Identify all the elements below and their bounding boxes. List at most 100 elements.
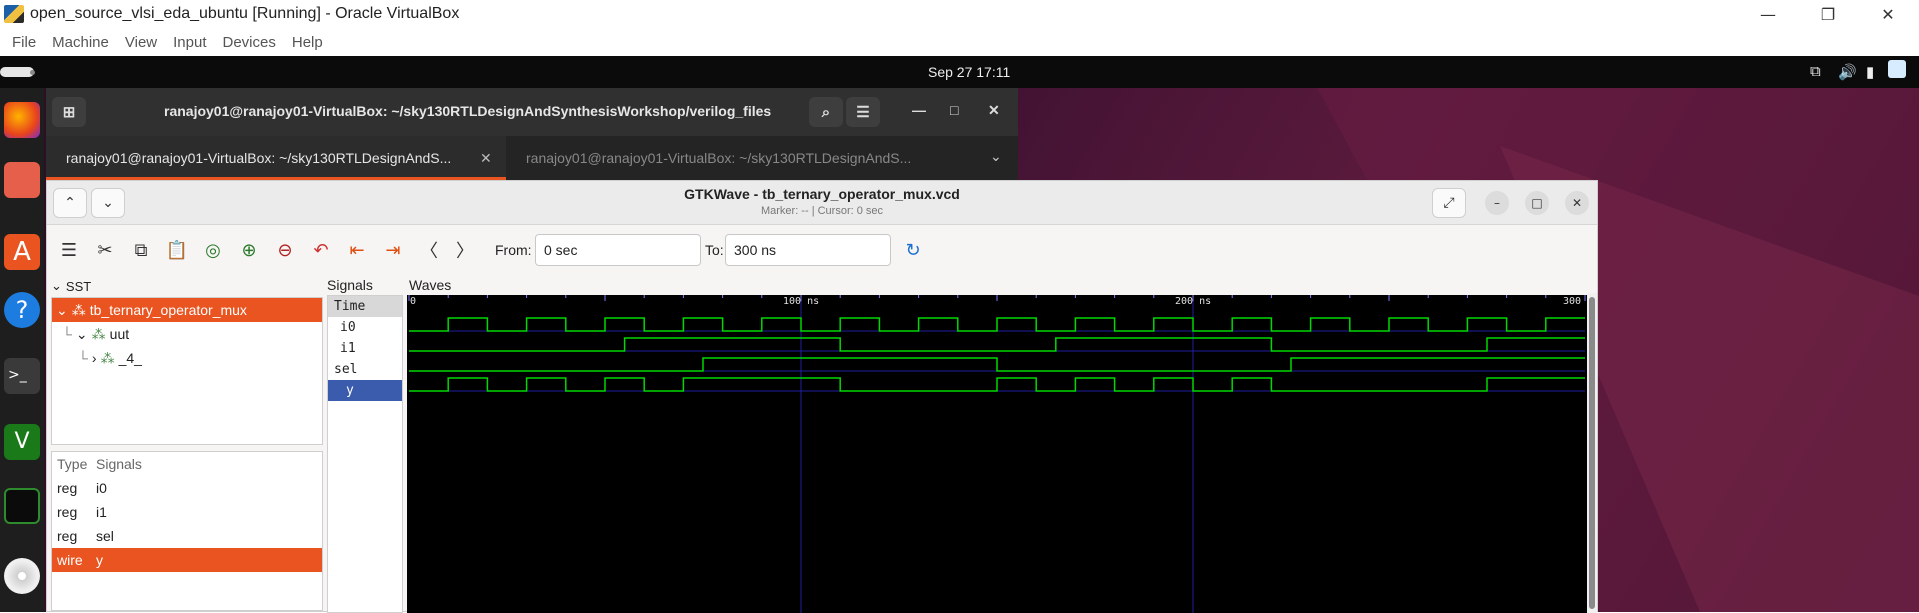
gtkwave-headerbar: ⌃ ⌄ GTKWave - tb_ternary_operator_mux.vc… [47, 181, 1597, 225]
maximize-icon[interactable]: □ [950, 102, 958, 118]
hamburger-menu-icon[interactable]: ☰ [846, 97, 880, 127]
undo-icon[interactable]: ↶ [309, 239, 333, 261]
firefox-icon[interactable] [4, 102, 40, 138]
list-item[interactable]: reg i0 [52, 476, 322, 500]
signal-row-i0[interactable]: i0 [328, 317, 402, 338]
paste-icon[interactable]: 📋 [165, 239, 189, 261]
tree-branch: └ [78, 350, 88, 366]
marker-cursor-status: Marker: -- | Cursor: 0 sec [760, 205, 884, 217]
restore-icon[interactable]: ❐ [1805, 0, 1851, 28]
signal-type: reg [57, 528, 78, 544]
zoom-fit-icon[interactable]: ◎ [201, 239, 225, 261]
close-icon[interactable]: ✕ [988, 102, 1000, 119]
time-marker-label: 300 [1563, 296, 1581, 307]
battery-icon[interactable]: ▮ [1866, 63, 1874, 81]
help-icon[interactable]: ? [4, 292, 40, 328]
from-label: From: [495, 242, 532, 258]
copy-icon[interactable]: ⧉ [129, 239, 153, 261]
minimize-icon[interactable]: — [912, 102, 926, 118]
signal-name: i0 [96, 480, 107, 496]
time-row: Time [328, 296, 402, 317]
tab-active[interactable]: ranajoy01@ranajoy01-VirtualBox: ~/sky130… [46, 136, 506, 180]
menu-file[interactable]: File [4, 34, 44, 51]
app-center-icon[interactable]: A [4, 234, 40, 270]
to-label: To: [705, 242, 724, 258]
vbox-menubar: File Machine View Input Devices Help [0, 28, 1919, 56]
scrollbar-thumb[interactable] [1589, 297, 1595, 609]
wave-sel [409, 357, 1585, 372]
tree-branch: └ [62, 326, 72, 342]
vbox-window-title: open_source_vlsi_eda_ubuntu [Running] - … [30, 5, 460, 22]
volume-icon[interactable]: 🔊 [1838, 63, 1857, 81]
minimize-icon[interactable]: — [1745, 0, 1791, 28]
tree-node-root[interactable]: ⌄ ⁂ tb_ternary_operator_mux [52, 298, 322, 322]
signal-name: i1 [96, 504, 107, 520]
zoom-to-end-icon[interactable]: ⇥ [381, 239, 405, 261]
disc-icon[interactable] [4, 558, 40, 594]
search-icon[interactable]: ⌕ [809, 97, 843, 127]
wave-viewer[interactable]: 0 100 ns 200 ns 300 [407, 295, 1597, 613]
signal-row-sel[interactable]: sel [328, 359, 402, 380]
zoom-in-icon[interactable]: ⊕ [237, 239, 261, 261]
menu-machine[interactable]: Machine [44, 34, 117, 51]
gtkwave-icon[interactable] [4, 488, 40, 524]
notification-icon[interactable] [1888, 60, 1906, 78]
close-icon[interactable]: ✕ [1565, 191, 1589, 215]
sst-pane: ⌄ SST ⌄ ⁂ tb_ternary_operator_mux └ ⌄ ⁂ … [49, 277, 323, 611]
clock[interactable]: Sep 27 17:11 [928, 64, 1010, 80]
menu-help[interactable]: Help [284, 34, 331, 51]
workspace-dot [30, 70, 35, 75]
files-icon[interactable] [4, 162, 40, 198]
signal-name: y [96, 552, 103, 568]
terminal-icon[interactable]: >_ [4, 358, 40, 394]
new-tab-icon[interactable]: ⊞ [52, 97, 86, 127]
cut-icon[interactable]: ✂ [93, 239, 117, 261]
tree-uut-label: uut [109, 326, 130, 342]
time-marker-label: 100 ns [783, 296, 819, 307]
waves-pane-label: Waves [409, 277, 452, 293]
signal-row-i1[interactable]: i1 [328, 338, 402, 359]
zoom-out-icon[interactable]: ⊖ [273, 239, 297, 261]
tree-root-label: tb_ternary_operator_mux [89, 302, 247, 318]
hamburger-menu-icon[interactable]: ☰ [57, 239, 81, 261]
from-time-input[interactable]: 0 sec [535, 234, 701, 266]
chevron-down-icon: ⌄ [56, 301, 68, 318]
virtualbox-app-icon [4, 5, 24, 23]
fullscreen-icon[interactable]: ⤢ [1432, 188, 1466, 218]
network-icon[interactable]: ⧉ [1810, 63, 1821, 80]
vertical-scrollbar[interactable] [1587, 293, 1597, 613]
wave-i0 [409, 317, 1585, 332]
menu-devices[interactable]: Devices [215, 34, 284, 51]
tree-node-uut[interactable]: └ ⌄ ⁂ uut [52, 322, 322, 346]
previous-edge-icon[interactable]: 〈 [417, 239, 441, 262]
terminal-window: ⊞ ranajoy01@ranajoy01-VirtualBox: ~/sky1… [46, 88, 1018, 180]
list-item[interactable]: reg i1 [52, 500, 322, 524]
tab-close-icon[interactable]: ✕ [480, 150, 492, 167]
signal-type-list: Type Signals reg i0 reg i1 reg sel wire y [51, 451, 323, 611]
minimize-icon[interactable]: – [1485, 191, 1509, 215]
maximize-icon[interactable]: □ [1525, 191, 1549, 215]
tree-4-label: _4_ [118, 350, 142, 366]
list-item[interactable]: reg sel [52, 524, 322, 548]
tab-inactive[interactable]: ranajoy01@ranajoy01-VirtualBox: ~/sky130… [506, 136, 976, 180]
sst-header[interactable]: ⌄ SST [49, 277, 323, 295]
signal-row-y[interactable]: y [328, 380, 402, 401]
next-edge-icon[interactable]: 〉 [453, 239, 477, 262]
activities-indicator[interactable] [0, 67, 34, 77]
zoom-to-start-icon[interactable]: ⇤ [345, 239, 369, 261]
signals-header: Signals [96, 456, 142, 472]
to-time-input[interactable]: 300 ns [725, 234, 891, 266]
close-icon[interactable]: ✕ [1865, 0, 1911, 28]
terminal-title: ranajoy01@ranajoy01-VirtualBox: ~/sky130… [164, 103, 772, 119]
reload-icon[interactable]: ↻ [901, 239, 925, 261]
module-icon: ⁂ [100, 349, 115, 366]
waveform-canvas[interactable]: 0 100 ns 200 ns 300 [407, 295, 1587, 613]
gtkwave-toolbar: ☰ ✂ ⧉ 📋 ◎ ⊕ ⊖ ↶ ⇤ ⇥ 〈 〉 From: 0 sec To: … [47, 225, 1597, 273]
tree-node-4[interactable]: └ › ⁂ _4_ [52, 346, 322, 370]
menu-input[interactable]: Input [165, 34, 214, 51]
menu-view[interactable]: View [117, 34, 165, 51]
vim-icon[interactable]: V [4, 424, 40, 460]
list-item-selected[interactable]: wire y [52, 548, 322, 572]
signal-type: reg [57, 504, 78, 520]
chevron-down-icon[interactable]: ⌄ [990, 148, 1002, 165]
